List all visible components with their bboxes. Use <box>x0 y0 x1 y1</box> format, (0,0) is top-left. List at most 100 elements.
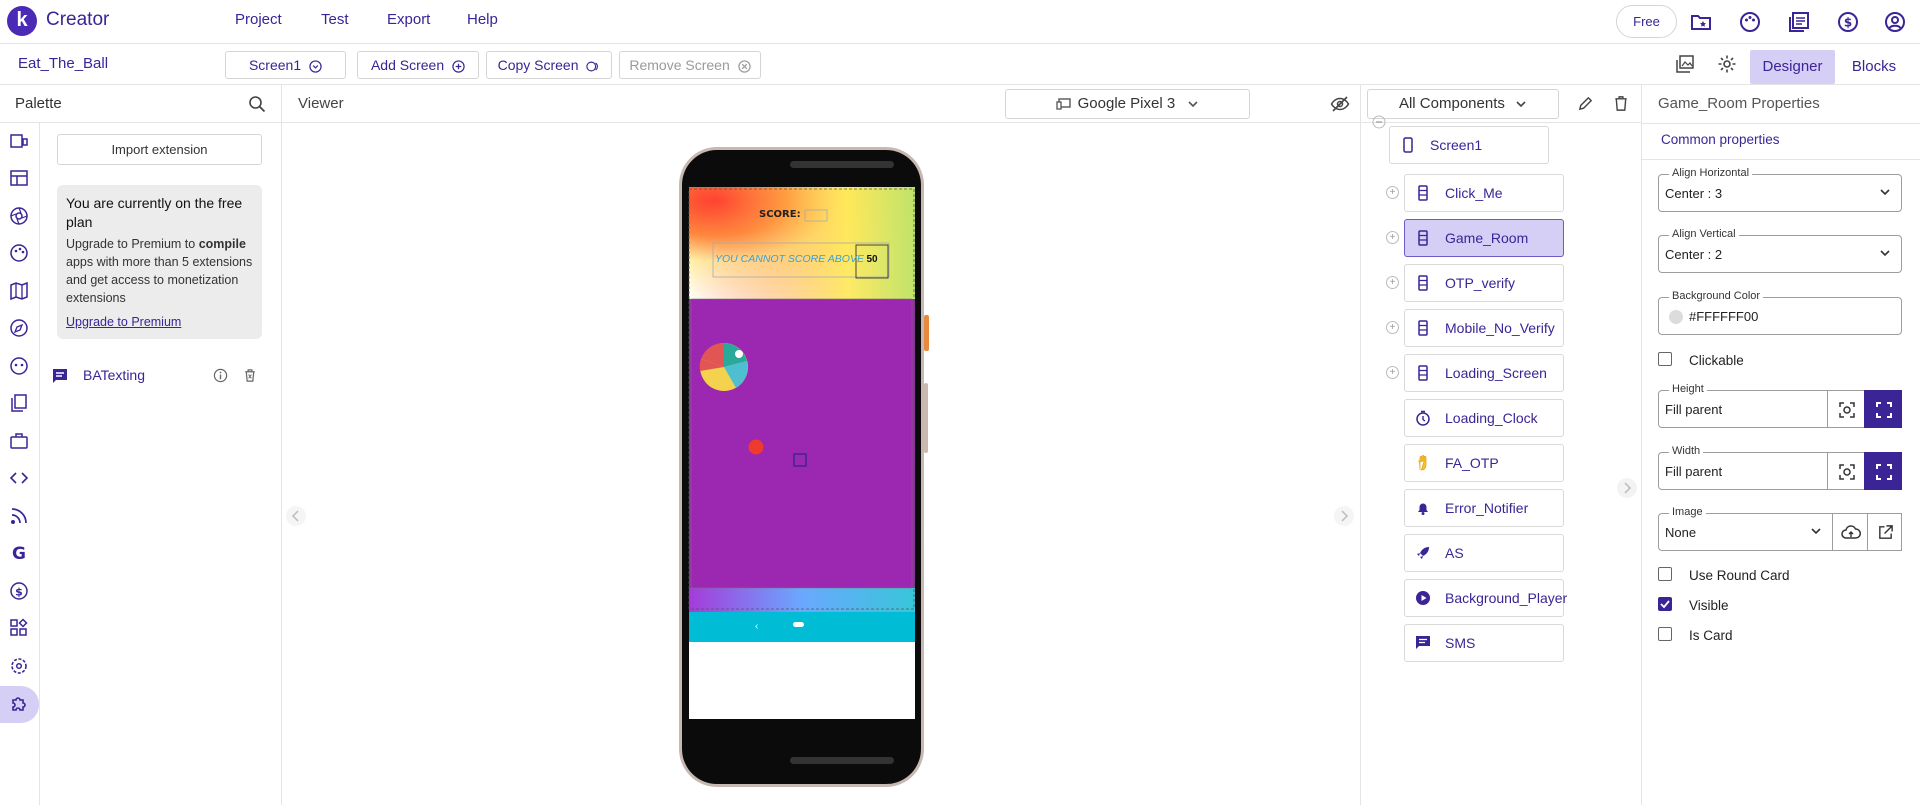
chevron-right-icon[interactable] <box>1334 506 1354 526</box>
dollar-icon[interactable]: $ <box>1836 10 1860 34</box>
project-name[interactable]: Eat_The_Ball <box>18 55 108 72</box>
search-icon[interactable] <box>248 95 266 113</box>
layout-category-icon[interactable] <box>9 168 29 188</box>
tree-item-game-room[interactable]: Game_Room <box>1404 219 1564 257</box>
focus-icon <box>1839 464 1855 480</box>
delete-icon[interactable] <box>243 368 257 383</box>
expand-icon[interactable]: + <box>1386 186 1399 199</box>
width-fill-button[interactable] <box>1864 452 1902 490</box>
folder-star-icon[interactable] <box>1689 10 1713 34</box>
visible-checkbox[interactable] <box>1658 597 1672 611</box>
copy-screen-button[interactable]: Copy Screen <box>486 51 612 79</box>
google-category-icon[interactable]: G <box>9 543 29 563</box>
chevron-down-icon <box>1516 101 1526 108</box>
menu-help[interactable]: Help <box>467 11 498 28</box>
height-fill-button[interactable] <box>1864 390 1902 428</box>
expand-icon[interactable]: + <box>1386 231 1399 244</box>
height-field[interactable]: Height Fill parent <box>1658 383 1828 428</box>
hide-eye-icon[interactable] <box>1330 94 1350 114</box>
utilities-category-icon[interactable] <box>9 656 29 676</box>
maps-category-icon[interactable] <box>9 281 29 301</box>
menu-export[interactable]: Export <box>387 11 430 28</box>
plan-badge-button[interactable]: Free <box>1616 5 1677 38</box>
remove-screen-button[interactable]: Remove Screen <box>619 51 761 79</box>
tree-item-otp-verify[interactable]: OTP_verify <box>1404 264 1564 302</box>
blocks-tab[interactable]: Blocks <box>1848 50 1900 84</box>
image-select[interactable]: Image None <box>1658 506 1833 551</box>
tree-item-loading-clock[interactable]: Loading_Clock <box>1404 399 1564 437</box>
menu-test[interactable]: Test <box>321 11 349 28</box>
align-vertical-select[interactable]: Align Vertical Center : 2 <box>1658 228 1902 273</box>
monetization-category-icon[interactable]: $ <box>9 581 29 601</box>
nav-back-icon: ‹ <box>755 621 759 632</box>
palette-header: Palette <box>0 85 281 123</box>
align-horizontal-select[interactable]: Align Horizontal Center : 3 <box>1658 167 1902 212</box>
device-select[interactable]: Google Pixel 3 <box>1005 89 1250 119</box>
background-color-field[interactable]: Background Color #FFFFFF00 <box>1658 290 1902 335</box>
screen-select-label: Screen1 <box>248 57 302 73</box>
import-extension-button[interactable]: Import extension <box>57 134 262 165</box>
upgrade-premium-link[interactable]: Upgrade to Premium <box>66 313 253 331</box>
color-swatch <box>1669 310 1683 324</box>
drawing-category-icon[interactable] <box>9 243 29 263</box>
expand-icon[interactable]: + <box>1386 276 1399 289</box>
trash-icon[interactable] <box>1613 95 1629 112</box>
logo-icon[interactable]: k <box>7 6 37 36</box>
tree-item-loading-screen[interactable]: Loading_Screen <box>1404 354 1564 392</box>
extensions-category-active[interactable] <box>0 686 39 723</box>
storage-category-icon[interactable] <box>9 393 29 413</box>
code-category-icon[interactable] <box>9 468 29 488</box>
tree-item-background-player[interactable]: Background_Player <box>1404 579 1567 617</box>
gallery-icon[interactable] <box>1675 54 1695 74</box>
screen-select[interactable]: Screen1 <box>225 51 346 79</box>
arrangement-icon <box>1418 185 1428 201</box>
tree-item-fa-otp[interactable]: FA_OTP <box>1404 444 1564 482</box>
tree-item-sms[interactable]: SMS <box>1404 624 1564 662</box>
settings-icon[interactable] <box>1717 54 1737 74</box>
is-card-checkbox[interactable] <box>1658 627 1672 641</box>
social-category-icon[interactable] <box>9 356 29 376</box>
tree-item-mobile-no-verify[interactable]: Mobile_No_Verify <box>1404 309 1564 347</box>
widgets-category-icon[interactable] <box>9 618 29 638</box>
library-icon[interactable] <box>1787 10 1811 34</box>
width-field[interactable]: Width Fill parent <box>1658 445 1828 490</box>
collapse-panel-chevron-icon[interactable] <box>1617 478 1637 498</box>
edit-icon[interactable] <box>1577 95 1594 112</box>
rss-category-icon[interactable] <box>9 506 29 526</box>
width-label: Width <box>1669 445 1704 457</box>
palette-category-rail: G $ <box>0 123 40 805</box>
tree-item-error-notifier[interactable]: Error_Notifier <box>1404 489 1564 527</box>
width-fit-button[interactable] <box>1827 452 1865 490</box>
tree-item-click-me[interactable]: Click_Me <box>1404 174 1564 212</box>
clickable-checkbox[interactable] <box>1658 352 1672 366</box>
media-category-icon[interactable] <box>9 206 29 226</box>
add-screen-button[interactable]: Add Screen <box>357 51 479 79</box>
collapse-icon[interactable] <box>1372 115 1386 129</box>
open-image-button[interactable] <box>1867 513 1902 551</box>
expand-icon[interactable]: + <box>1386 321 1399 334</box>
chevron-down-icon <box>1880 250 1890 257</box>
expand-icon[interactable]: + <box>1386 366 1399 379</box>
chevron-left-icon[interactable] <box>286 506 306 526</box>
info-icon[interactable] <box>213 368 228 383</box>
height-value: Fill parent <box>1665 402 1723 417</box>
extension-item-batexting[interactable]: BATexting <box>40 359 281 391</box>
tree-item-screen1[interactable]: Screen1 <box>1389 126 1549 164</box>
palette-icon[interactable] <box>1738 10 1762 34</box>
brand-name[interactable]: Creator <box>46 9 109 31</box>
tree-item-as[interactable]: AS <box>1404 534 1564 572</box>
remove-screen-label: Remove Screen <box>629 57 730 73</box>
account-icon[interactable] <box>1883 10 1907 34</box>
designer-tab[interactable]: Designer <box>1750 50 1835 84</box>
user-interface-category-icon[interactable] <box>9 131 29 151</box>
height-fit-button[interactable] <box>1827 390 1865 428</box>
menu-project[interactable]: Project <box>235 11 282 28</box>
palette-panel: Palette G $ Import extension You are cur… <box>0 85 282 805</box>
sensors-category-icon[interactable] <box>9 318 29 338</box>
common-properties-tab[interactable]: Common properties <box>1661 132 1780 147</box>
components-filter-select[interactable]: All Components <box>1367 89 1559 119</box>
connectivity-category-icon[interactable] <box>9 431 29 451</box>
use-round-card-checkbox[interactable] <box>1658 567 1672 581</box>
upload-image-button[interactable] <box>1832 513 1868 551</box>
tree-item-label: Mobile_No_Verify <box>1445 320 1555 336</box>
